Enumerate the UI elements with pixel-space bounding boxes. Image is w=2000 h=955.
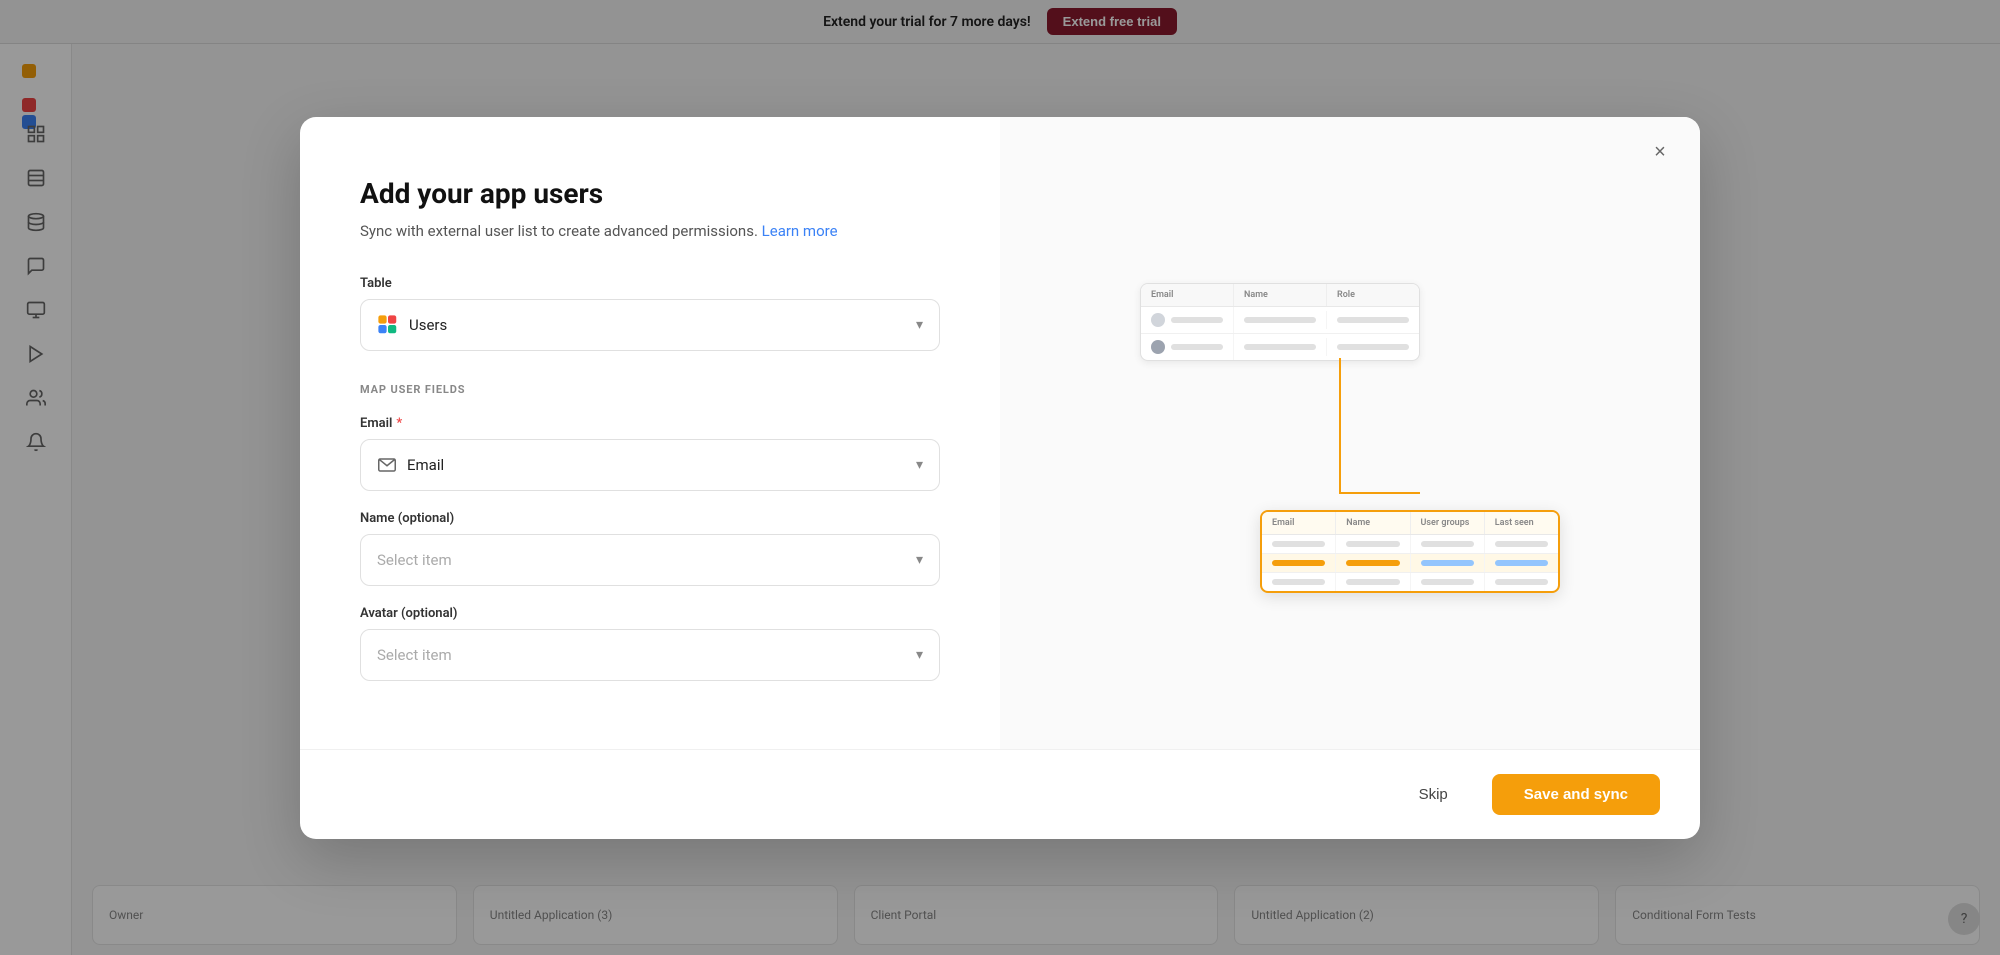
email-dropdown[interactable]: Email ▾ bbox=[360, 439, 940, 491]
preview-source-row-1 bbox=[1141, 307, 1419, 334]
preview-source-table: Email Name Role bbox=[1140, 283, 1420, 361]
name-placeholder: Select item bbox=[377, 551, 452, 569]
table-label: Table bbox=[360, 276, 940, 291]
modal-right-panel: Email Name Role bbox=[1000, 117, 1700, 749]
table-selected-value: Users bbox=[409, 316, 447, 334]
avatar-section: Avatar (optional) Select item ▾ bbox=[360, 606, 940, 681]
avatar-field-label: Avatar (optional) bbox=[360, 606, 940, 621]
modal-overlay: × Add your app users Sync with external … bbox=[0, 0, 2000, 955]
modal-close-button[interactable]: × bbox=[1644, 137, 1676, 169]
map-section: MAP USER FIELDS Email * bbox=[360, 379, 940, 681]
email-field-label: Email * bbox=[360, 416, 940, 431]
modal-subtitle: Sync with external user list to create a… bbox=[360, 222, 940, 240]
skip-button[interactable]: Skip bbox=[1391, 774, 1476, 815]
email-icon bbox=[377, 455, 397, 475]
table-chevron-icon: ▾ bbox=[916, 317, 923, 333]
avatar-placeholder: Select item bbox=[377, 646, 452, 664]
table-dropdown[interactable]: Users ▾ bbox=[360, 299, 940, 351]
dest-row-3 bbox=[1262, 573, 1558, 591]
dest-col-lastseen: Last seen bbox=[1485, 512, 1558, 534]
name-field-label: Name (optional) bbox=[360, 511, 940, 526]
preview-col-email: Email bbox=[1141, 284, 1234, 306]
preview-col-name: Name bbox=[1234, 284, 1327, 306]
preview-avatar-1 bbox=[1151, 313, 1165, 327]
avatar-dropdown[interactable]: Select item ▾ bbox=[360, 629, 940, 681]
name-section: Name (optional) Select item ▾ bbox=[360, 511, 940, 586]
email-section: Email * Email bbox=[360, 416, 940, 491]
modal-title: Add your app users bbox=[360, 177, 940, 210]
name-chevron-icon: ▾ bbox=[916, 552, 923, 568]
preview-col-role: Role bbox=[1327, 284, 1419, 306]
preview-avatar-2 bbox=[1151, 340, 1165, 354]
dest-col-email: Email bbox=[1262, 512, 1336, 534]
learn-more-link[interactable]: Learn more bbox=[762, 222, 838, 240]
map-section-label: MAP USER FIELDS bbox=[360, 383, 940, 396]
modal-footer: Skip Save and sync bbox=[300, 749, 1700, 839]
save-sync-button[interactable]: Save and sync bbox=[1492, 774, 1660, 815]
dest-row-2-highlighted bbox=[1262, 554, 1558, 573]
preview-dest-table: Email Name User groups Last seen bbox=[1260, 510, 1560, 593]
modal-left-panel: Add your app users Sync with external us… bbox=[300, 117, 1000, 749]
name-dropdown[interactable]: Select item ▾ bbox=[360, 534, 940, 586]
modal-dialog: × Add your app users Sync with external … bbox=[300, 117, 1700, 839]
email-selected-value: Email bbox=[407, 456, 444, 474]
dest-row-1 bbox=[1262, 535, 1558, 554]
email-chevron-icon: ▾ bbox=[916, 457, 923, 473]
preview-source-row-2 bbox=[1141, 334, 1419, 360]
dest-col-name: Name bbox=[1336, 512, 1410, 534]
table-section: Table Users ▾ bbox=[360, 276, 940, 351]
airtable-icon bbox=[377, 314, 399, 336]
required-star: * bbox=[396, 416, 402, 431]
dest-col-groups: User groups bbox=[1411, 512, 1485, 534]
modal-body: Add your app users Sync with external us… bbox=[300, 117, 1700, 749]
preview-illustration: Email Name Role bbox=[1140, 263, 1560, 603]
avatar-chevron-icon: ▾ bbox=[916, 647, 923, 663]
